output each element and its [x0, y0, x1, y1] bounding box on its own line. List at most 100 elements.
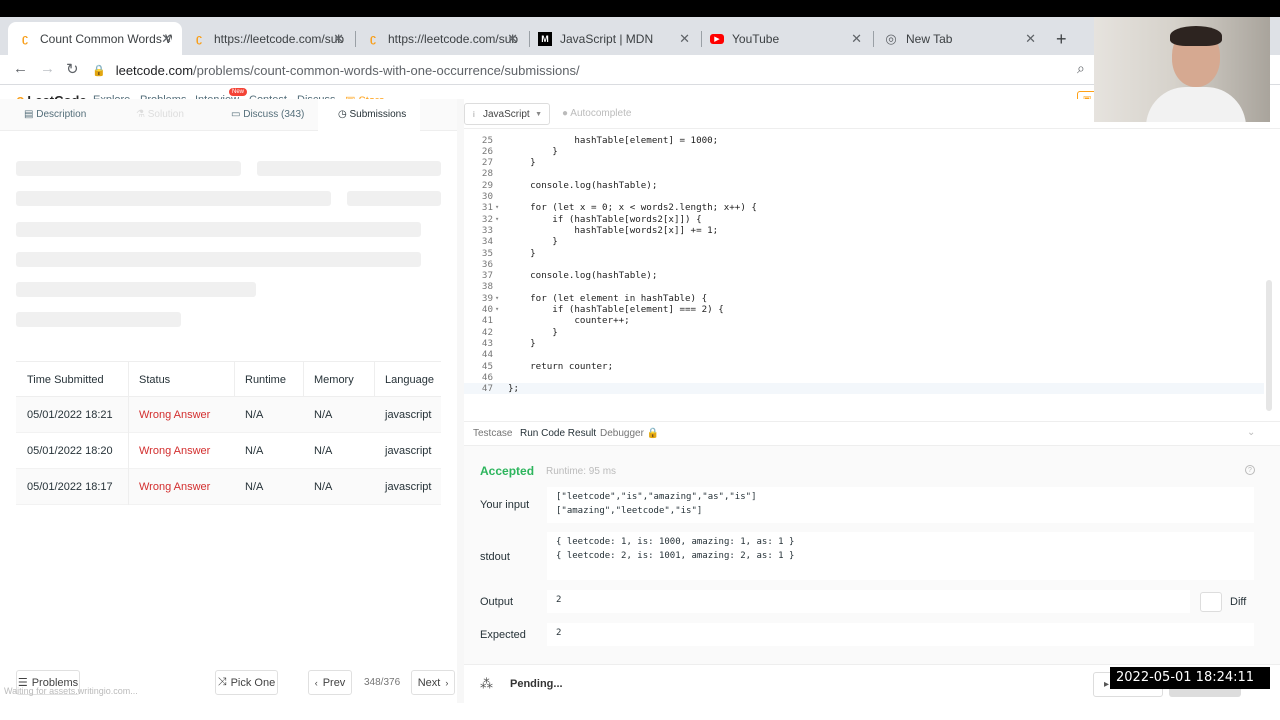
- code-editor[interactable]: 25 hashTable[element] = 1000; 26 } 27 } 28 2…: [464, 129, 1264, 412]
- tab-testcase[interactable]: Testcase: [473, 428, 512, 439]
- code-line[interactable]: 43 }: [464, 338, 1264, 349]
- code-line[interactable]: 30: [464, 191, 1264, 202]
- close-tab-icon[interactable]: ✕: [161, 31, 172, 47]
- code-line[interactable]: 33 hashTable[words2[x]] += 1;: [464, 225, 1264, 236]
- tab-submissions[interactable]: ◷ Submissions: [318, 99, 420, 131]
- code-line[interactable]: 40 ▾ if (hashTable[element] === 2) {: [464, 304, 1264, 315]
- row-status-link[interactable]: Wrong Answer: [139, 397, 210, 433]
- table-row[interactable]: 05/01/2022 18:21 Wrong Answer N/A N/A ja…: [16, 397, 441, 433]
- chevron-left-icon: ‹: [314, 677, 318, 688]
- line-number: 32: [481, 213, 493, 225]
- search-zoom-icon[interactable]: ⌕: [1077, 60, 1085, 77]
- code-line[interactable]: 34 }: [464, 236, 1264, 247]
- fold-arrow-icon[interactable]: ▾: [495, 214, 499, 225]
- tab-new-tab[interactable]: ◎ New Tab ✕: [874, 22, 1046, 55]
- code-line[interactable]: 28: [464, 168, 1264, 179]
- code-line[interactable]: 26 }: [464, 146, 1264, 157]
- close-tab-icon[interactable]: ✕: [507, 31, 518, 47]
- code-line[interactable]: 31 ▾ for (let x = 0; x < words2.length; x…: [464, 202, 1264, 213]
- code-line[interactable]: 44: [464, 349, 1264, 360]
- col-language[interactable]: Language: [385, 362, 434, 398]
- row-status-link[interactable]: Wrong Answer: [139, 433, 210, 469]
- tab-strip: ʗ Count Common Words Wi ✕ ʗ https://leet…: [0, 17, 1280, 55]
- code-line[interactable]: 47};: [464, 383, 1264, 395]
- back-icon[interactable]: ←: [13, 60, 28, 77]
- tab-run-code-result[interactable]: Run Code Result: [520, 428, 596, 439]
- help-icon[interactable]: ?: [1245, 465, 1255, 475]
- tab-mdn[interactable]: M JavaScript | MDN ✕: [528, 22, 700, 55]
- tab-leetcode-submission-1[interactable]: ʗ https://leetcode.com/subm ✕: [182, 22, 354, 55]
- code-line[interactable]: 39 ▾ for (let element in hashTable) {: [464, 293, 1264, 304]
- expected-label: Expected: [480, 629, 526, 641]
- tab-debugger[interactable]: Debugger 🔒: [600, 428, 659, 439]
- prev-button[interactable]: ‹ Prev: [308, 670, 352, 695]
- code-line[interactable]: 41 counter++;: [464, 315, 1264, 326]
- youtube-favicon-icon: ▶: [710, 33, 724, 44]
- fold-arrow-icon[interactable]: ▾: [495, 293, 499, 304]
- fold-arrow-icon[interactable]: ▾: [495, 202, 499, 213]
- autocomplete-toggle[interactable]: ● Autocomplete: [562, 108, 631, 119]
- diff-switch[interactable]: [1200, 592, 1222, 612]
- tab-solution[interactable]: ⚗ Solution: [136, 99, 184, 131]
- editor-scrollbar[interactable]: [1266, 280, 1272, 411]
- diff-toggle[interactable]: Diff: [1200, 591, 1246, 613]
- close-tab-icon[interactable]: ✕: [679, 31, 690, 47]
- chevron-down-icon[interactable]: ⌄: [1247, 427, 1255, 438]
- diff-label: Diff: [1230, 596, 1247, 608]
- code-line[interactable]: 42 }: [464, 327, 1264, 338]
- code-line[interactable]: 37 console.log(hashTable);: [464, 270, 1264, 281]
- new-badge: New: [229, 88, 248, 96]
- col-runtime[interactable]: Runtime: [245, 362, 286, 398]
- col-status[interactable]: Status: [139, 362, 170, 398]
- code-line[interactable]: 27 }: [464, 157, 1264, 168]
- code-line[interactable]: 36: [464, 259, 1264, 270]
- fold-arrow-icon[interactable]: ▾: [495, 304, 499, 315]
- loading-skeleton: [16, 312, 181, 327]
- line-number: 34: [481, 236, 493, 248]
- code-line[interactable]: 25 hashTable[element] = 1000;: [464, 135, 1264, 146]
- button-label: Prev: [322, 676, 346, 689]
- tab-label: Submissions: [349, 109, 407, 120]
- reload-icon[interactable]: ↻: [66, 60, 79, 78]
- tab-youtube[interactable]: ▶ YouTube ✕: [700, 22, 872, 55]
- line-number: 46: [481, 371, 493, 383]
- tab-description[interactable]: ▤ Description: [24, 99, 86, 131]
- forward-icon[interactable]: →: [40, 60, 55, 77]
- row-status-link[interactable]: Wrong Answer: [139, 469, 210, 505]
- close-tab-icon[interactable]: ✕: [333, 31, 344, 47]
- close-tab-icon[interactable]: ✕: [1025, 31, 1036, 47]
- code-line[interactable]: 32 ▾ if (hashTable[words2[x]]) {: [464, 214, 1264, 225]
- new-tab-button[interactable]: +: [1056, 29, 1067, 50]
- table-row[interactable]: 05/01/2022 18:17 Wrong Answer N/A N/A ja…: [16, 469, 441, 505]
- code-line[interactable]: 46: [464, 372, 1264, 383]
- tab-leetcode-submission-2[interactable]: ʗ https://leetcode.com/subm ✕: [356, 22, 528, 55]
- table-row[interactable]: 05/01/2022 18:20 Wrong Answer N/A N/A ja…: [16, 433, 441, 469]
- tab-title: https://leetcode.com/subm: [214, 31, 344, 46]
- pane-resize-handle[interactable]: [457, 99, 464, 703]
- line-number: 35: [481, 247, 493, 259]
- pick-one-button[interactable]: ⤨ Pick One: [215, 670, 278, 695]
- col-time-submitted[interactable]: Time Submitted: [27, 362, 104, 398]
- expected-value: 2: [547, 623, 1254, 646]
- code-line[interactable]: 38: [464, 281, 1264, 292]
- lock-icon: 🔒: [646, 428, 660, 439]
- tab-discuss[interactable]: ▭ Discuss (343): [231, 99, 304, 131]
- code-text: for (let element in hashTable) {: [508, 292, 708, 304]
- row-language: javascript: [385, 409, 432, 421]
- address-bar[interactable]: 🔒 leetcode.com/problems/count-common-wor…: [92, 57, 1092, 83]
- code-line[interactable]: 35 }: [464, 248, 1264, 259]
- line-number: 38: [481, 281, 493, 293]
- code-text: for (let x = 0; x < words2.length; x++) …: [508, 202, 757, 214]
- language-select[interactable]: i JavaScript ▼: [464, 103, 550, 125]
- col-memory[interactable]: Memory: [314, 362, 354, 398]
- line-number: 31: [481, 202, 493, 214]
- close-tab-icon[interactable]: ✕: [851, 31, 862, 47]
- line-number: 29: [481, 179, 493, 191]
- tab-count-common-words[interactable]: ʗ Count Common Words Wi ✕: [8, 22, 182, 55]
- next-button[interactable]: Next ›: [411, 670, 455, 695]
- problem-page-count: 348/376: [364, 677, 401, 688]
- code-line[interactable]: 45 return counter;: [464, 361, 1264, 372]
- tab-title: https://leetcode.com/subm: [388, 31, 518, 46]
- stdout-value: { leetcode: 1, is: 1000, amazing: 1, as:…: [547, 532, 1254, 580]
- code-line[interactable]: 29 console.log(hashTable);: [464, 180, 1264, 191]
